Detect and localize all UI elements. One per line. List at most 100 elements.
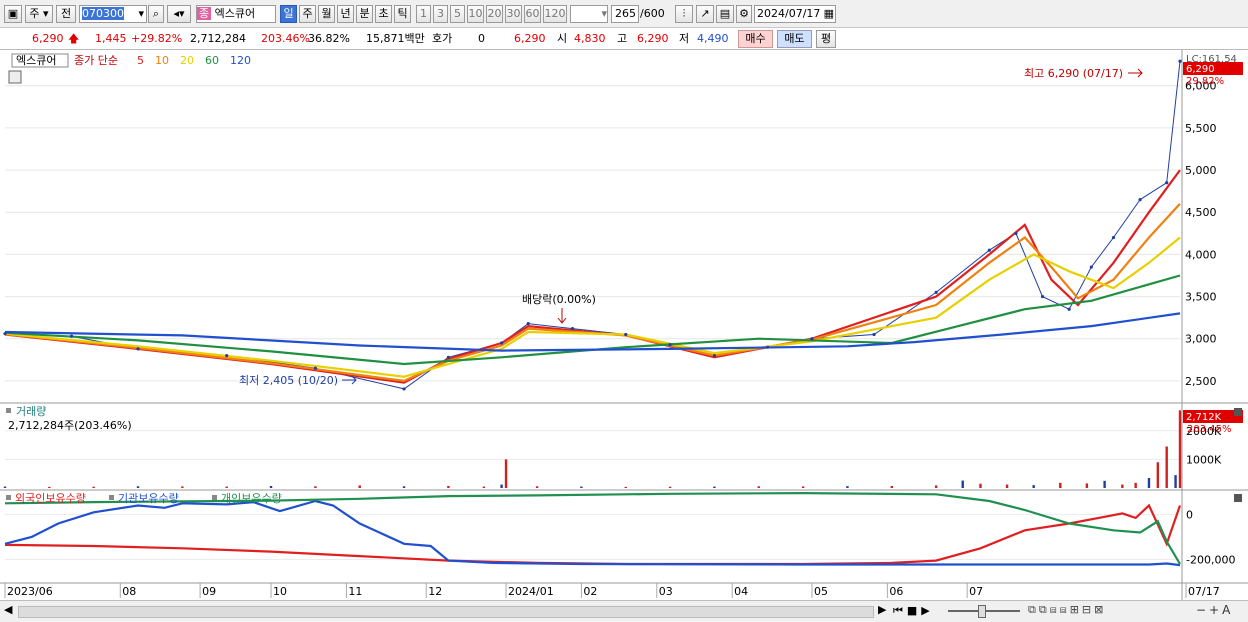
- stock-chart[interactable]: 2,5003,0003,5004,0004,5005,0005,5006,000…: [0, 50, 1248, 600]
- period-tab[interactable]: 초: [375, 5, 392, 23]
- volume-tick-label: 1000K: [1186, 453, 1222, 466]
- turnover-rate: 36.82%: [308, 32, 350, 45]
- close-price-point: [1165, 181, 1169, 185]
- bottom-scrollbar[interactable]: ◀ ▶ ⏮■▶ ⧉⧉⧈⧈⊞⊟⊠ −+A: [0, 600, 1248, 622]
- volume-bar: [801, 486, 805, 488]
- scroll-left-icon[interactable]: ◀: [4, 603, 12, 616]
- price-tick-label: 5,000: [1185, 164, 1217, 177]
- zoom-slider-handle[interactable]: [978, 605, 986, 618]
- volume-title: 거래량: [16, 405, 46, 418]
- close-price-point: [810, 337, 814, 341]
- close-price-point: [766, 345, 770, 349]
- stock-code-value: 070300: [82, 7, 124, 20]
- high-annotation: 최고 6,290 (07/17): [1024, 67, 1123, 80]
- zoom-icons[interactable]: −+A: [1196, 603, 1233, 617]
- close-price-point: [934, 290, 938, 294]
- close-price-point: [500, 341, 504, 345]
- volume-bar: [934, 485, 938, 488]
- toolbar: ▣ 주 ▾ 전 070300 ▾ ⌕ ◂▾ 종 엑스큐어 ▾ 265 /600 ⫶…: [0, 0, 1248, 28]
- close-price-point: [313, 366, 317, 370]
- price-tick-label: 4,000: [1185, 248, 1217, 261]
- up-arrow-icon: 🡅: [68, 32, 80, 45]
- volume-bar: [314, 486, 317, 488]
- speaker-icon[interactable]: ◂▾: [167, 5, 191, 23]
- interval-tab[interactable]: 60: [524, 5, 541, 23]
- panel-close-icon[interactable]: [1234, 408, 1242, 416]
- stock-badge: 종: [197, 7, 212, 20]
- period-tab[interactable]: 분: [356, 5, 373, 23]
- volume-tag-pct: 203.45%: [1187, 424, 1232, 435]
- calendar-icon[interactable]: ▦: [824, 6, 834, 22]
- holdings-legend-item: 기관보유수량: [118, 492, 179, 505]
- prev-button[interactable]: 전: [56, 5, 76, 23]
- volume-bar: [1178, 410, 1182, 488]
- stock-name-box[interactable]: 종 엑스큐어: [196, 5, 276, 23]
- last-pct-tag: 29.82%: [1186, 76, 1224, 87]
- search-icon[interactable]: ⌕: [148, 5, 164, 23]
- interval-tab[interactable]: 1: [416, 5, 431, 23]
- interval-tab[interactable]: 30: [505, 5, 522, 23]
- volume-bar: [1121, 484, 1124, 488]
- period-tab[interactable]: 년: [337, 5, 354, 23]
- x-tick-label: 07/17: [1188, 585, 1220, 598]
- stock-code-input[interactable]: 070300 ▾: [79, 5, 147, 23]
- count-input[interactable]: 265: [611, 5, 639, 23]
- price-tick-label: 3,000: [1185, 333, 1217, 346]
- high-label: 고: [617, 32, 628, 45]
- volume-bar: [1147, 477, 1151, 488]
- holdings-legend-marker: [6, 495, 11, 500]
- view-mode-icons[interactable]: ⧉⧉⧈⧈⊞⊟⊠: [1028, 603, 1106, 617]
- volume-bar: [846, 486, 849, 488]
- panel-close-icon[interactable]: [1234, 494, 1242, 502]
- period-tab[interactable]: 주: [299, 5, 316, 23]
- market-select[interactable]: 주 ▾: [25, 5, 53, 23]
- volume-bar: [757, 486, 760, 488]
- low-label: 저: [679, 32, 690, 45]
- ma-legend-item: 60: [205, 54, 219, 67]
- holdings-legend: 외국인보유수량 기관보유수량 개인보유수량: [6, 492, 282, 505]
- hoga-label: 호가: [432, 32, 453, 45]
- table-toggle-icon[interactable]: [8, 70, 22, 84]
- interval-tab[interactable]: 5: [450, 5, 465, 23]
- holdings-legend-item: 외국인보유수량: [15, 492, 86, 505]
- chevron-down-icon[interactable]: ▾: [138, 6, 144, 22]
- x-tick-label: 12: [428, 585, 442, 598]
- window-menu-icon[interactable]: ▣: [4, 5, 22, 23]
- chevron-down-icon: ▾: [601, 7, 607, 20]
- volume-ratio: 203.46%: [261, 32, 310, 45]
- period-tab[interactable]: 틱: [394, 5, 411, 23]
- close-price-point: [3, 332, 7, 336]
- close-price-point: [1089, 265, 1093, 269]
- candle-type-icon[interactable]: ⫶: [675, 5, 693, 23]
- eval-button[interactable]: 평: [816, 30, 836, 48]
- stock-label: 엑스큐어: [16, 54, 56, 67]
- close-price-point: [1040, 294, 1045, 299]
- count-total: /600: [640, 7, 665, 20]
- buy-button[interactable]: 매수: [738, 30, 773, 48]
- volume-bar: [447, 485, 450, 488]
- gear-icon[interactable]: ⚙: [736, 5, 752, 23]
- scroll-right-icon[interactable]: ▶: [878, 603, 886, 616]
- save-icon[interactable]: ▤: [716, 5, 734, 23]
- interval-tab[interactable]: 10: [467, 5, 484, 23]
- sell-button[interactable]: 매도: [777, 30, 812, 48]
- interval-tab[interactable]: 3: [433, 5, 448, 23]
- playback-controls[interactable]: ⏮■▶: [893, 604, 934, 618]
- current-price: 6,290: [32, 32, 64, 45]
- volume-bar: [1059, 482, 1062, 488]
- period-tab[interactable]: 월: [318, 5, 335, 23]
- close-price-point: [402, 387, 406, 391]
- interval-tab[interactable]: 20: [486, 5, 503, 23]
- ma-legend-item: 5: [137, 54, 144, 67]
- date-input[interactable]: 2024/07/17 ▦: [754, 5, 836, 23]
- price-tick-label: 2,500: [1185, 375, 1217, 388]
- period-tab[interactable]: 일: [280, 5, 297, 23]
- interval-dropdown[interactable]: ▾: [570, 5, 608, 23]
- scroll-track[interactable]: [18, 606, 874, 618]
- quote-bar: 6,290 🡅 1,445 +29.82% 2,712,284 203.46% …: [0, 28, 1248, 50]
- tool-icon[interactable]: ↗: [696, 5, 714, 23]
- close-price-point: [570, 327, 575, 331]
- low-annotation: 최저 2,405 (10/20): [239, 374, 338, 387]
- interval-tab[interactable]: 120: [543, 5, 567, 23]
- close-price-point: [1067, 307, 1071, 311]
